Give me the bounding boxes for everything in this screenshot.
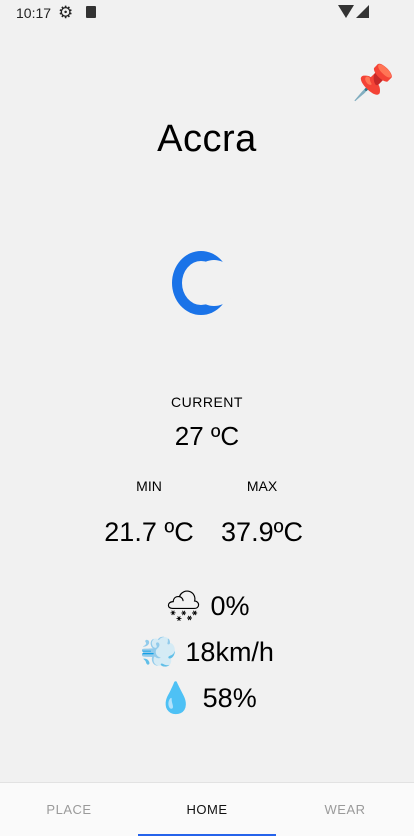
- droplet-icon: 💧: [157, 681, 195, 715]
- tab-label: WEAR: [324, 802, 366, 817]
- humidity-row: 💧 58%: [0, 678, 414, 718]
- tab-home[interactable]: HOME: [138, 783, 276, 836]
- moon-icon: [172, 251, 232, 317]
- current-temperature: 27 ºC: [174, 421, 240, 451]
- rain-row: 🌨 0%: [0, 586, 414, 626]
- max-label: MAX: [246, 478, 278, 494]
- settings-gear-icon: ⚙: [58, 3, 74, 22]
- wind-icon: 💨: [140, 635, 178, 669]
- wifi-icon: [338, 5, 354, 18]
- min-temperature: 21.7 ºC: [104, 517, 194, 547]
- humidity-value: 58%: [202, 682, 257, 713]
- tab-label: PLACE: [46, 802, 92, 817]
- current-label: CURRENT: [171, 394, 243, 410]
- city-name: Accra: [157, 118, 257, 160]
- rain-value: 0%: [210, 590, 250, 621]
- sd-card-icon: [86, 6, 96, 18]
- bottom-nav: PLACE HOME WEAR: [0, 782, 414, 836]
- pushpin-icon[interactable]: 📌: [352, 63, 394, 103]
- status-bar: 10:17 ⚙: [0, 0, 414, 26]
- tab-label: HOME: [186, 802, 228, 817]
- signal-icon: [356, 5, 369, 18]
- tab-wear[interactable]: WEAR: [276, 783, 414, 836]
- tab-place[interactable]: PLACE: [0, 783, 138, 836]
- status-time: 10:17: [16, 5, 52, 21]
- max-temperature: 37.9ºC: [221, 517, 303, 547]
- wind-row: 💨 18km/h: [0, 632, 414, 672]
- min-label: MIN: [136, 478, 162, 494]
- wind-value: 18km/h: [185, 636, 274, 667]
- rain-cloud-icon: 🌨: [164, 589, 203, 623]
